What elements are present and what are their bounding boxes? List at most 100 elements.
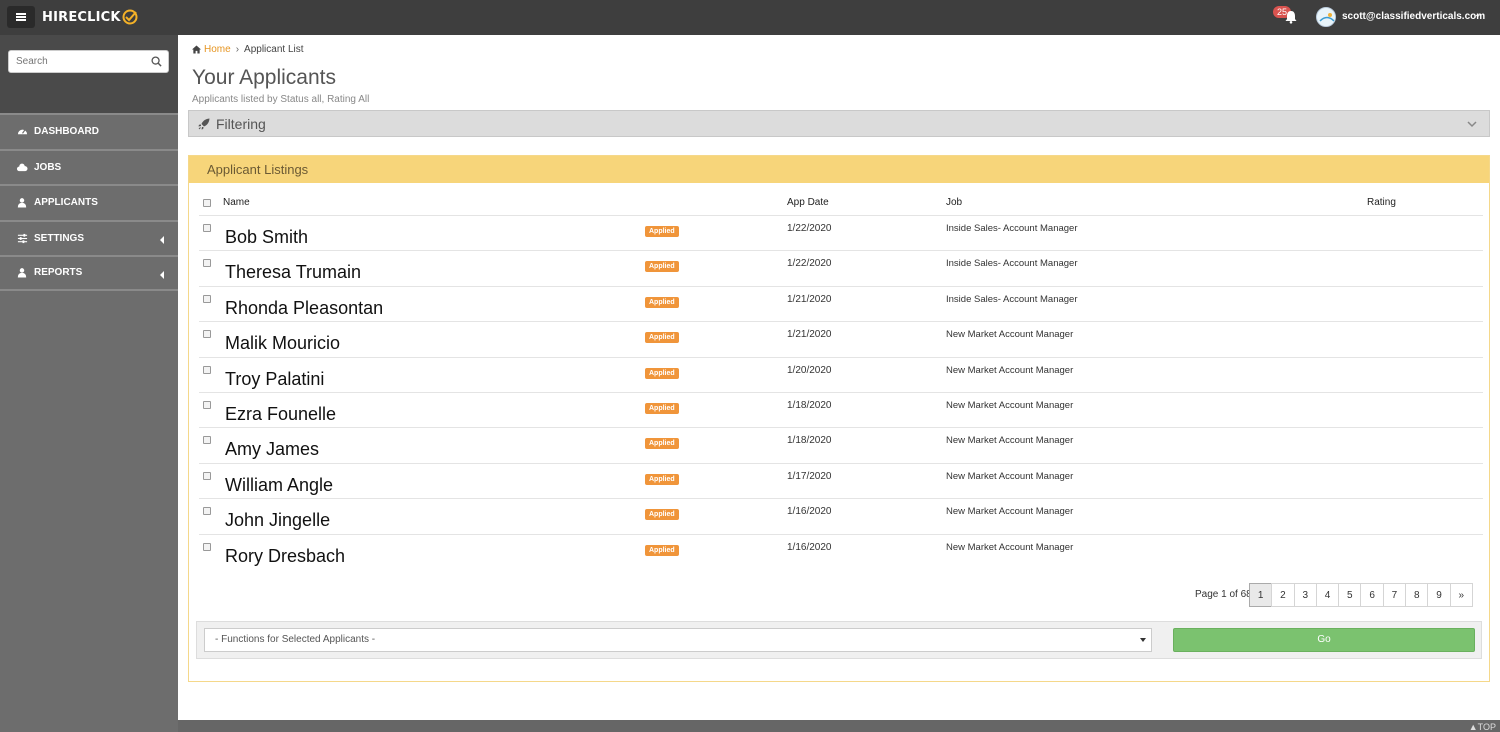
user-email[interactable]: scott@classifiedverticals.com [1342,11,1485,22]
app-date: 1/16/2020 [787,541,832,553]
search-box[interactable] [8,50,169,73]
column-header-name[interactable]: Name [223,197,250,208]
row-checkbox[interactable] [203,400,211,409]
applicant-name[interactable]: Malik Mouricio [225,333,340,354]
caret-left-icon [160,235,164,244]
job-title[interactable]: Inside Sales- Account Manager [946,223,1078,234]
dashboard-icon [16,126,28,138]
sidebar-item-settings[interactable]: SETTINGS [0,219,178,255]
table-row[interactable]: Troy Palatini Applied 1/20/2020 New Market … [199,358,1483,393]
job-title[interactable]: New Market Account Manager [946,435,1073,446]
row-checkbox[interactable] [203,259,211,268]
search-input[interactable] [9,51,139,72]
app-logo[interactable]: HIRECLICK [42,9,138,25]
job-title[interactable]: New Market Account Manager [946,471,1073,482]
status-badge: Applied [645,438,679,450]
breadcrumb-separator: › [235,44,240,55]
search-icon[interactable] [151,56,162,67]
row-checkbox[interactable] [203,436,211,445]
chevron-down-icon[interactable]: ⌄ [1474,9,1482,20]
column-header-job[interactable]: Job [946,197,962,208]
page-subtitle: Applicants listed by Status all, Rating … [192,94,370,105]
pagination-page-button[interactable]: 2 [1271,583,1295,607]
pagination-page-button[interactable]: 5 [1338,583,1362,607]
status-badge: Applied [645,473,679,485]
sidebar-item-jobs[interactable]: JOBS [0,148,178,184]
column-header-rating[interactable]: Rating [1367,197,1396,208]
pagination-page-button[interactable]: 6 [1360,583,1384,607]
pagination-page-button[interactable]: 1 [1249,583,1273,607]
status-badge: Applied [645,544,679,556]
applicant-name[interactable]: Troy Palatini [225,369,324,390]
job-title[interactable]: New Market Account Manager [946,542,1073,553]
table-body: Bob Smith Applied 1/22/2020 Inside Sales- A… [199,216,1483,570]
go-button[interactable]: Go [1173,628,1475,652]
logo-check-icon [122,9,138,25]
sidebar-nav: DASHBOARD JOBS APPLICANTS SETTINGS REPOR… [0,113,178,291]
table-row[interactable]: Theresa Trumain Applied 1/22/2020 Inside Sa… [199,251,1483,287]
pagination-page-button[interactable]: 8 [1405,583,1429,607]
table-row[interactable]: Rory Dresbach Applied 1/16/2020 New Market … [199,535,1483,570]
pagination-next-button[interactable]: » [1449,583,1473,607]
job-title[interactable]: New Market Account Manager [946,400,1073,411]
applicant-table: Name App Date Job Rating Bob Smith Applie… [199,192,1483,570]
hamburger-icon [16,13,26,21]
job-title[interactable]: New Market Account Manager [946,365,1073,376]
column-header-app-date[interactable]: App Date [787,197,829,208]
logo-text: HIRECLICK [42,9,121,25]
user-avatar[interactable] [1316,7,1336,27]
row-checkbox[interactable] [203,294,211,303]
job-title[interactable]: Inside Sales- Account Manager [946,258,1078,269]
app-date: 1/21/2020 [787,293,832,305]
filtering-panel-header[interactable]: Filtering [188,110,1490,137]
status-badge: Applied [645,367,679,379]
applicant-name[interactable]: Theresa Trumain [225,262,361,283]
applicant-name[interactable]: Ezra Founelle [225,404,336,425]
table-row[interactable]: John Jingelle Applied 1/16/2020 New Market … [199,499,1483,535]
table-row[interactable]: Rhonda Pleasontan Applied 1/21/2020 Inside … [199,287,1483,323]
job-title[interactable]: New Market Account Manager [946,329,1073,340]
job-title[interactable]: New Market Account Manager [946,506,1073,517]
top-bar: HIRECLICK 25 scott@classifiedverticals.c… [0,0,1500,35]
table-row[interactable]: Ezra Founelle Applied 1/18/2020 New Market … [199,393,1483,429]
pagination-page-button[interactable]: 3 [1293,583,1317,607]
table-row[interactable]: Bob Smith Applied 1/22/2020 Inside Sales- A… [199,216,1483,252]
filtering-label: Filtering [216,116,266,132]
applicant-name[interactable]: William Angle [225,475,333,496]
row-checkbox[interactable] [203,330,211,339]
app-date: 1/20/2020 [787,364,832,376]
rocket-icon [198,118,210,130]
row-checkbox[interactable] [203,365,211,374]
pagination-page-button[interactable]: 9 [1427,583,1451,607]
applicant-name[interactable]: Amy James [225,439,319,460]
bell-icon[interactable] [1284,10,1298,24]
row-checkbox[interactable] [203,224,211,232]
row-checkbox[interactable] [203,471,211,480]
table-row[interactable]: Malik Mouricio Applied 1/21/2020 New Market… [199,322,1483,358]
row-checkbox[interactable] [203,542,211,551]
row-checkbox[interactable] [203,507,211,516]
breadcrumb-home-link[interactable]: Home [204,44,231,55]
chevron-down-icon[interactable] [1467,119,1477,129]
sliders-icon [16,232,28,244]
pagination-page-button[interactable]: 4 [1315,583,1340,607]
sidebar-item-dashboard[interactable]: DASHBOARD [0,113,178,149]
table-row[interactable]: Amy James Applied 1/18/2020 New Market Acco… [199,428,1483,464]
pagination-page-button[interactable]: 7 [1382,583,1407,607]
table-row[interactable]: William Angle Applied 1/17/2020 New Market … [199,464,1483,500]
applicant-name[interactable]: Rory Dresbach [225,546,345,567]
user-icon [16,267,28,279]
applicant-name[interactable]: Rhonda Pleasontan [225,298,383,319]
hamburger-menu-button[interactable] [7,6,35,28]
functions-select[interactable]: - Functions for Selected Applicants - [204,628,1152,652]
pagination-info: Page 1 of 68 [1195,589,1252,600]
status-badge: Applied [645,261,679,273]
back-to-top-link[interactable]: ▲TOP [1469,722,1496,732]
job-title[interactable]: Inside Sales- Account Manager [946,294,1078,305]
applicant-name[interactable]: John Jingelle [225,510,330,531]
app-date: 1/17/2020 [787,470,832,482]
applicant-name[interactable]: Bob Smith [225,227,308,248]
select-all-checkbox[interactable] [203,199,211,207]
sidebar-item-applicants[interactable]: APPLICANTS [0,184,178,220]
sidebar-item-reports[interactable]: REPORTS [0,255,178,291]
